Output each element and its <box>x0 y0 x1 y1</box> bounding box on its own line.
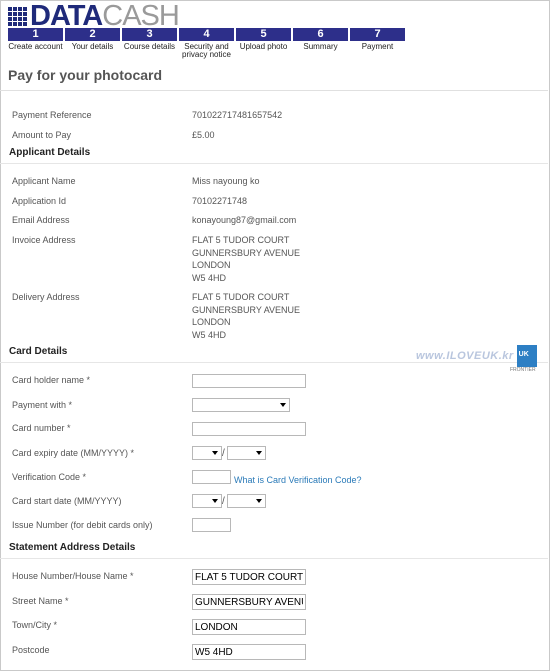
card-details-heading: Card Details <box>9 346 68 357</box>
expiry-month-select[interactable] <box>192 446 222 460</box>
payment-reference-label: Payment Reference <box>12 110 92 120</box>
delivery-address-value: FLAT 5 TUDOR COURT GUNNERSBURY AVENUE LO… <box>192 292 301 340</box>
step-number: 3 <box>122 28 177 41</box>
card-number-label: Card number * <box>12 423 71 433</box>
card-start-label: Card start date (MM/YYYY) <box>12 496 122 506</box>
chevron-down-icon <box>280 403 286 407</box>
chevron-down-icon <box>212 499 218 503</box>
progress-steps: 1 Create account 2 Your details 3 Course de… <box>8 28 405 59</box>
step-number: 1 <box>8 28 63 41</box>
logo-grid-icon <box>8 6 27 26</box>
postcode-input[interactable] <box>192 644 306 660</box>
datacash-logo: DATA CASH <box>8 0 180 32</box>
step-number: 2 <box>65 28 120 41</box>
invoice-address-value: FLAT 5 TUDOR COURT GUNNERSBURY AVENUE LO… <box>192 235 301 283</box>
watermark-subtext: FRONTIER <box>510 367 536 373</box>
step-1: 1 Create account <box>8 28 63 59</box>
step-number: 4 <box>179 28 234 41</box>
town-input[interactable] <box>192 619 306 635</box>
street-label: Street Name * <box>12 596 69 606</box>
step-label: Course details <box>123 42 176 51</box>
payment-with-label: Payment with * <box>12 400 73 410</box>
applicant-name-label: Applicant Name <box>12 176 76 186</box>
invoice-address-label: Invoice Address <box>12 235 76 245</box>
house-input[interactable] <box>192 569 306 585</box>
watermark-badge-text: UK <box>518 351 529 358</box>
application-id-value: 70102271748 <box>192 196 248 206</box>
uk-frontier-icon: UK <box>516 345 537 367</box>
amount-value: £5.00 <box>192 130 215 140</box>
start-month-select[interactable] <box>192 494 222 508</box>
chevron-down-icon <box>256 499 262 503</box>
statement-address-heading: Statement Address Details <box>9 542 136 553</box>
step-label: Summary <box>303 42 338 51</box>
verification-code-input[interactable] <box>192 470 231 484</box>
email-label: Email Address <box>12 215 70 225</box>
logo-word-data: DATA <box>30 0 103 32</box>
town-label: Town/City * <box>12 620 58 630</box>
step-label: Your details <box>71 42 114 51</box>
step-5: 5 Upload photo <box>236 28 291 59</box>
step-label: Payment <box>361 42 394 51</box>
title-divider <box>0 90 548 91</box>
watermark: www.ILOVEUK.kr UK <box>416 345 537 367</box>
step-3: 3 Course details <box>122 28 177 59</box>
card-number-input[interactable] <box>192 422 306 436</box>
step-label: Create account <box>8 42 63 51</box>
street-input[interactable] <box>192 594 306 610</box>
payment-with-select[interactable] <box>192 398 290 412</box>
date-separator: / <box>222 496 225 507</box>
section-divider <box>0 558 548 559</box>
watermark-text: www.ILOVEUK.kr <box>416 350 514 362</box>
section-divider <box>0 163 548 164</box>
applicant-name-value: Miss nayoung ko <box>192 176 260 186</box>
card-holder-label: Card holder name * <box>12 375 91 385</box>
verification-code-label: Verification Code * <box>12 472 87 482</box>
cvc-help-link[interactable]: What is Card Verification Code? <box>234 475 362 485</box>
card-expiry-label: Card expiry date (MM/YYYY) * <box>12 448 135 458</box>
logo-word-cash: CASH <box>102 0 180 32</box>
step-label: Security and privacy notice <box>182 42 231 59</box>
postcode-label: Postcode <box>12 645 50 655</box>
step-2: 2 Your details <box>65 28 120 59</box>
chevron-down-icon <box>256 451 262 455</box>
step-7: 7 Payment <box>350 28 405 59</box>
issue-number-input[interactable] <box>192 518 231 532</box>
step-4: 4 Security and privacy notice <box>179 28 234 59</box>
chevron-down-icon <box>212 451 218 455</box>
start-year-select[interactable] <box>227 494 266 508</box>
delivery-address-label: Delivery Address <box>12 292 80 302</box>
issue-number-label: Issue Number (for debit cards only) <box>12 520 153 530</box>
payment-reference-value: 701022717481657542 <box>192 110 283 120</box>
step-number: 5 <box>236 28 291 41</box>
page-title: Pay for your photocard <box>8 67 163 83</box>
house-label: House Number/House Name * <box>12 571 134 581</box>
email-value: konayoung87@gmail.com <box>192 215 297 225</box>
step-label: Upload photo <box>239 42 288 51</box>
step-number: 6 <box>293 28 348 41</box>
application-id-label: Application Id <box>12 196 67 206</box>
step-6: 6 Summary <box>293 28 348 59</box>
amount-label: Amount to Pay <box>12 130 72 140</box>
expiry-year-select[interactable] <box>227 446 266 460</box>
step-number: 7 <box>350 28 405 41</box>
applicant-details-heading: Applicant Details <box>9 147 91 158</box>
date-separator: / <box>222 448 225 459</box>
card-holder-input[interactable] <box>192 374 306 388</box>
